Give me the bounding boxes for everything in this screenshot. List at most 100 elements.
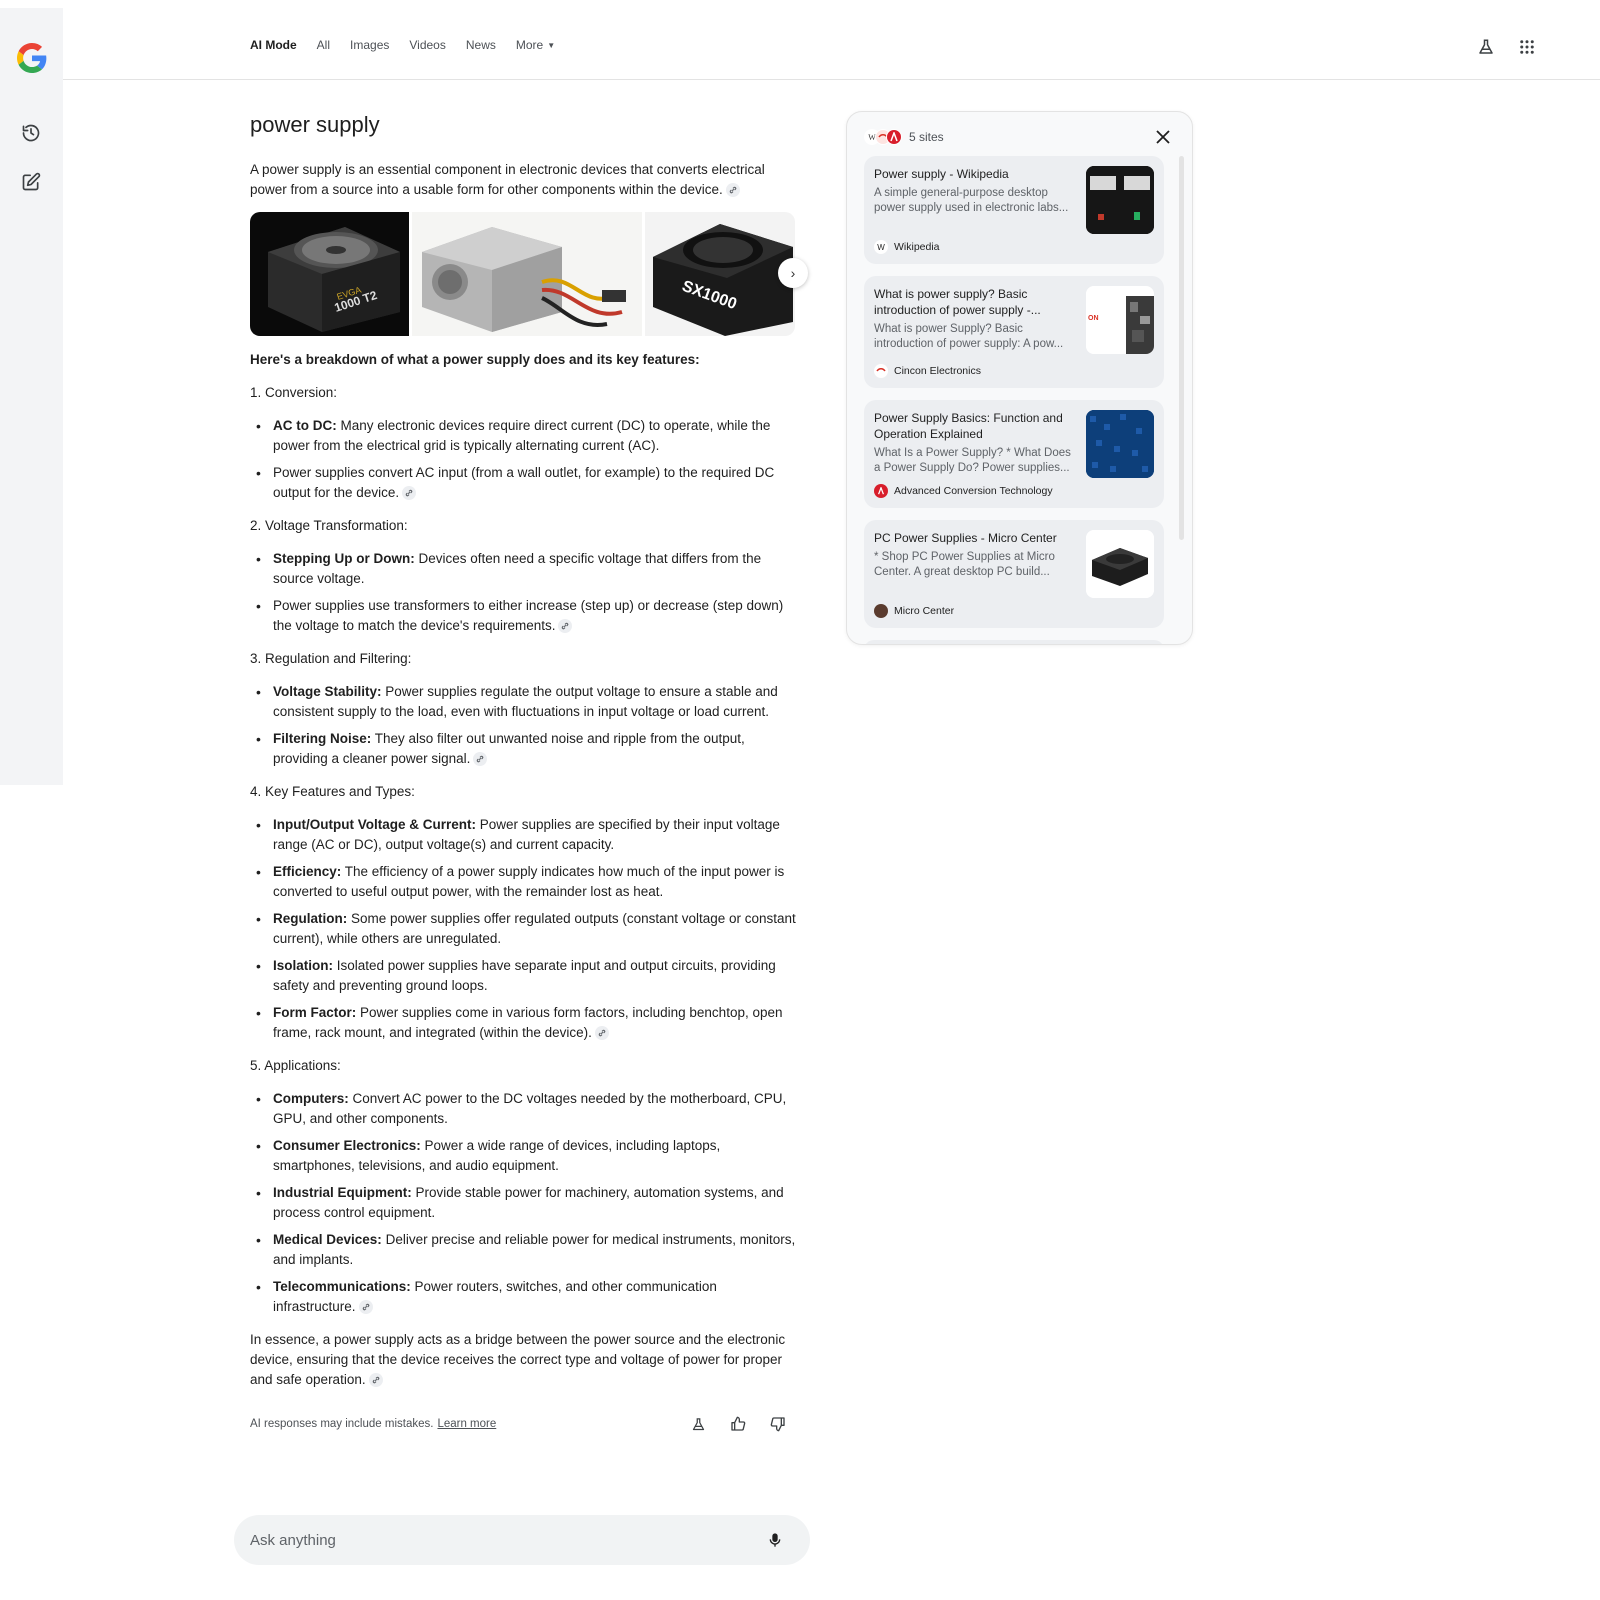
- bullet-term: Regulation:: [273, 911, 348, 926]
- act-favicon-icon: [886, 129, 902, 145]
- tab-news[interactable]: News: [466, 38, 496, 52]
- close-icon[interactable]: [1152, 126, 1174, 148]
- card-source: Advanced Conversion Technology: [874, 484, 1053, 498]
- source-favicons: W: [864, 129, 902, 145]
- bullet-text: Some power supplies offer regulated outp…: [273, 911, 796, 946]
- thumbs-up-icon[interactable]: [728, 1414, 748, 1434]
- ask-input[interactable]: [250, 1515, 730, 1565]
- citation-link-icon[interactable]: [594, 1026, 609, 1041]
- sources-header: W 5 sites: [864, 126, 944, 148]
- thumbs-down-icon[interactable]: [768, 1414, 788, 1434]
- labs-flask-icon[interactable]: [1475, 36, 1497, 58]
- bullet-term: Computers:: [273, 1091, 349, 1106]
- card-source: W Wikipedia: [874, 240, 940, 254]
- outro-text: In essence, a power supply acts as a bri…: [250, 1332, 786, 1387]
- list-item: Computers: Convert AC power to the DC vo…: [256, 1089, 798, 1129]
- list-item: Input/Output Voltage & Current: Power su…: [256, 815, 798, 855]
- cincon-favicon-icon: [874, 364, 888, 378]
- summary-paragraph: In essence, a power supply acts as a bri…: [250, 1330, 798, 1390]
- tab-videos[interactable]: Videos: [409, 38, 445, 52]
- section-heading: 1. Conversion:: [250, 385, 338, 400]
- bullet-term: Filtering Noise:: [273, 731, 372, 746]
- ask-bar[interactable]: [234, 1515, 810, 1565]
- lead-text: Here's a breakdown of what a power suppl…: [250, 352, 700, 367]
- list-item: Telecommunications: Power routers, switc…: [256, 1277, 798, 1317]
- ai-answer: power supply A power supply is an essent…: [250, 112, 808, 1434]
- bullet-term: AC to DC:: [273, 418, 337, 433]
- bullet-list: Computers: Convert AC power to the DC vo…: [250, 1089, 798, 1317]
- tab-label: News: [465, 38, 496, 52]
- bullet-term: Stepping Up or Down:: [273, 551, 415, 566]
- tab-more[interactable]: More ▼: [516, 38, 555, 52]
- source-card-micro-center[interactable]: PC Power Supplies - Micro Center * Shop …: [864, 520, 1164, 628]
- left-rail: [0, 8, 63, 785]
- citation-link-icon[interactable]: [558, 619, 573, 634]
- microphone-icon[interactable]: [764, 1529, 786, 1551]
- bullet-term: Voltage Stability:: [273, 684, 382, 699]
- bullet-term: Medical Devices:: [273, 1232, 382, 1247]
- list-item: Power supplies use transformers to eithe…: [256, 596, 798, 636]
- list-item: Efficiency: The efficiency of a power su…: [256, 862, 798, 902]
- source-card-peek: [864, 640, 1164, 644]
- learn-more-link[interactable]: Learn more: [437, 1418, 496, 1430]
- disclaimer-text: AI responses may include mistakes.: [250, 1418, 434, 1430]
- card-source-name: Micro Center: [894, 605, 955, 617]
- list-item: Voltage Stability: Power supplies regula…: [256, 682, 798, 722]
- tab-ai-mode[interactable]: AI Mode: [250, 38, 297, 52]
- new-chat-icon[interactable]: [18, 169, 44, 195]
- intro-paragraph: A power supply is an essential component…: [250, 160, 798, 200]
- google-logo-icon[interactable]: [17, 43, 47, 73]
- citation-link-icon[interactable]: [402, 486, 417, 501]
- citation-link-icon[interactable]: [473, 752, 488, 767]
- micro-center-favicon-icon: [874, 604, 888, 618]
- citation-link-icon[interactable]: [358, 1300, 373, 1315]
- section-heading: 3. Regulation and Filtering:: [250, 651, 412, 666]
- source-card-act[interactable]: Power Supply Basics: Function and Operat…: [864, 400, 1164, 508]
- bullet-text: Power supplies use transformers to eithe…: [273, 598, 784, 633]
- tab-label: AI Mode: [250, 38, 297, 52]
- tab-all[interactable]: All: [317, 38, 330, 52]
- list-item: Regulation: Some power supplies offer re…: [256, 909, 798, 949]
- bullet-text: The efficiency of a power supply indicat…: [273, 864, 785, 899]
- source-cards: Power supply - Wikipedia A simple genera…: [864, 156, 1164, 644]
- bullet-text: Isolated power supplies have separate in…: [273, 958, 776, 993]
- carousel-next-button[interactable]: ›: [778, 258, 808, 288]
- psu-image-2[interactable]: [412, 212, 642, 336]
- psu-image-1[interactable]: EVGA 1000 T2: [250, 212, 409, 336]
- card-title: Power supply - Wikipedia: [874, 167, 1009, 181]
- source-card-wikipedia[interactable]: Power supply - Wikipedia A simple genera…: [864, 156, 1164, 264]
- tab-label: All: [316, 38, 331, 52]
- answer-sections: 1. Conversion: AC to DC: Many electronic …: [250, 383, 798, 1317]
- card-thumbnail: [1086, 530, 1154, 598]
- sites-count: 5 sites: [909, 130, 944, 144]
- source-card-cincon[interactable]: What is power supply? Basic introduction…: [864, 276, 1164, 388]
- citation-link-icon[interactable]: [368, 1373, 383, 1388]
- list-item: Power supplies convert AC input (from a …: [256, 463, 798, 503]
- card-title: PC Power Supplies - Micro Center: [874, 531, 1057, 545]
- list-item: Consumer Electronics: Power a wide range…: [256, 1136, 798, 1176]
- card-title: What is power supply? Basic introduction…: [874, 287, 1041, 317]
- bullet-term: Isolation:: [273, 958, 333, 973]
- psu-image-3[interactable]: SX1000: [645, 212, 795, 336]
- card-source-name: Advanced Conversion Technology: [894, 485, 1053, 497]
- history-icon[interactable]: [18, 120, 44, 146]
- list-item: Form Factor: Power supplies come in vari…: [256, 1003, 798, 1043]
- caret-down-icon: ▼: [547, 40, 556, 50]
- sources-scrollbar[interactable]: [1179, 156, 1184, 540]
- thumb-text: ON: [1088, 315, 1099, 322]
- image-carousel: EVGA 1000 T2 SX1000 ›: [250, 212, 808, 336]
- apps-grid-icon[interactable]: [1516, 36, 1538, 58]
- list-item: Isolation: Isolated power supplies have …: [256, 956, 798, 996]
- bullet-term: Efficiency:: [273, 864, 342, 879]
- card-source-name: Cincon Electronics: [894, 365, 981, 377]
- card-title: Power Supply Basics: Function and Operat…: [874, 411, 1063, 441]
- tab-images[interactable]: Images: [350, 38, 389, 52]
- citation-link-icon[interactable]: [725, 183, 740, 198]
- bullet-term: Input/Output Voltage & Current:: [273, 817, 476, 832]
- bullet-list: Voltage Stability: Power supplies regula…: [250, 682, 798, 769]
- labs-flask-icon[interactable]: [688, 1414, 708, 1434]
- act-favicon-icon: [874, 484, 888, 498]
- intro-text: A power supply is an essential component…: [250, 162, 765, 197]
- page-title: power supply: [250, 112, 380, 137]
- tab-label: Videos: [409, 38, 446, 52]
